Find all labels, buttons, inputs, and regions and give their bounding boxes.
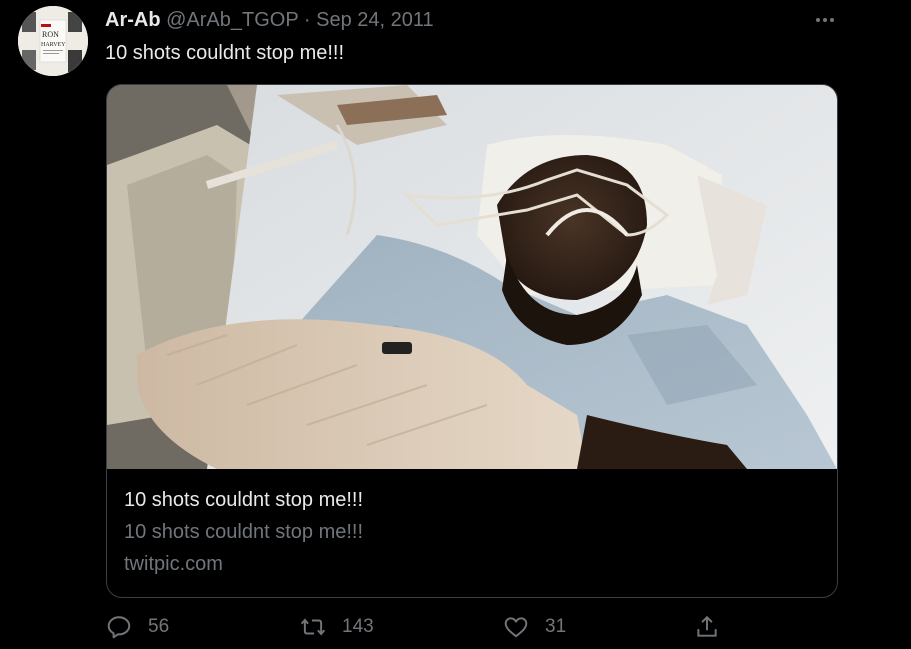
more-horizontal-icon [816,18,834,22]
display-name[interactable]: Ar-Ab [105,9,161,31]
reply-button[interactable]: 56 [106,614,169,640]
heart-icon [504,617,528,638]
reply-count: 56 [148,616,170,637]
tweet-text: 10 shots couldnt stop me!!! [105,42,345,64]
tweet[interactable]: RON HARVEY Ar-Ab @ArAb_TGOP · Sep 24, 20… [0,0,911,649]
like-count: 31 [545,616,567,637]
link-card[interactable]: 10 shots couldnt stop me!!! 10 shots cou… [106,84,838,598]
avatar-image: RON HARVEY [18,6,88,76]
avatar-cover-bottom: HARVEY [41,42,66,48]
tweet-actions: 56 143 31 [0,614,911,646]
retweet-button[interactable]: 143 [300,614,374,640]
card-description: 10 shots couldnt stop me!!! [124,521,364,543]
header-separator: · [303,9,311,31]
more-options-button[interactable] [813,8,837,28]
tweet-date[interactable]: Sep 24, 2011 [316,9,434,31]
card-title: 10 shots couldnt stop me!!! [124,489,364,511]
share-button[interactable] [694,614,720,640]
tweet-header: Ar-Ab @ArAb_TGOP · Sep 24, 2011 [105,8,434,32]
user-handle[interactable]: @ArAb_TGOP [166,9,298,31]
avatar-cover-top: RON [42,30,59,39]
card-photo [107,85,837,469]
card-domain: twitpic.com [124,553,223,575]
retweet-icon [300,618,326,636]
retweet-count: 143 [342,616,374,637]
avatar[interactable]: RON HARVEY [18,6,88,76]
share-icon [697,615,717,637]
reply-icon [107,616,131,639]
like-button[interactable]: 31 [503,614,566,640]
